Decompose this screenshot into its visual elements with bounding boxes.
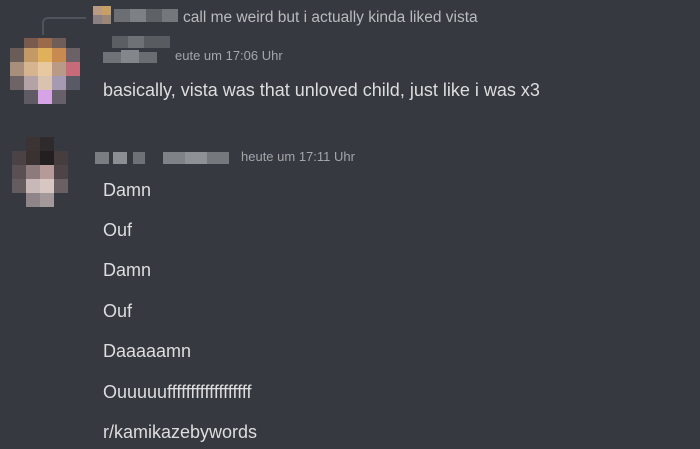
message-text: Ouuuuuffffffffffffffffff (103, 382, 252, 402)
message-timestamp[interactable]: heute um 17:11 Uhr (241, 149, 355, 164)
chat-message-list: call me weird but i actually kinda liked… (0, 0, 700, 449)
message-text: Ouf (103, 220, 133, 240)
username-blurred[interactable] (103, 50, 173, 63)
reply-avatar[interactable] (93, 6, 111, 24)
reply-username-blurred[interactable] (114, 9, 178, 22)
reply-spine (42, 17, 86, 35)
message-text: Damn (103, 180, 152, 200)
avatar[interactable] (12, 137, 68, 207)
reply-reference[interactable]: call me weird but i actually kinda liked… (0, 0, 700, 35)
message-timestamp[interactable]: eute um 17:06 Uhr (175, 48, 283, 63)
reply-quoted-text[interactable]: call me weird but i actually kinda liked… (183, 8, 478, 28)
message-text: Daaaaamn (103, 341, 192, 361)
message-text: r/kamikazebywords (103, 422, 258, 442)
message-text: Ouf (103, 301, 133, 321)
avatar[interactable] (10, 38, 80, 104)
message-text: Damn (103, 260, 152, 280)
message-text: basically, vista was that unloved child,… (103, 80, 540, 100)
username-blurred[interactable] (95, 151, 235, 164)
username-blurred-top (112, 36, 170, 48)
